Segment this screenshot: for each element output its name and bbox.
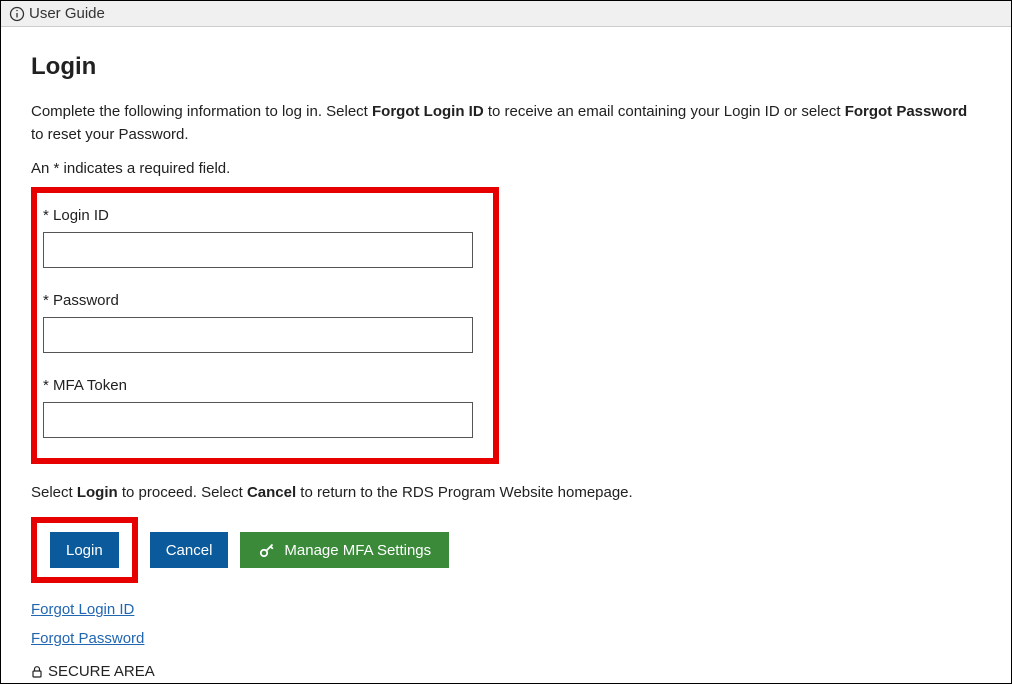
- password-group: * Password: [43, 292, 483, 353]
- manage-mfa-button[interactable]: Manage MFA Settings: [240, 532, 449, 568]
- button-row: Login Cancel Manage MFA Settings: [31, 517, 981, 583]
- login-id-label: * Login ID: [43, 207, 483, 224]
- login-id-group: * Login ID: [43, 207, 483, 268]
- lock-icon: [30, 665, 44, 679]
- required-note: An * indicates a required field.: [31, 160, 981, 177]
- secure-area-label: SECURE AREA: [48, 663, 155, 680]
- info-icon: [9, 6, 25, 22]
- cancel-button[interactable]: Cancel: [150, 532, 229, 568]
- instruction-text: Complete the following information to lo…: [31, 101, 981, 146]
- key-icon: [258, 541, 276, 559]
- header-bar: User Guide: [1, 1, 1011, 27]
- password-input[interactable]: [43, 317, 473, 353]
- user-guide-link[interactable]: User Guide: [29, 5, 105, 22]
- forgot-login-id-link[interactable]: Forgot Login ID: [31, 601, 134, 618]
- secure-area: SECURE AREA: [30, 663, 155, 680]
- mfa-group: * MFA Token: [43, 377, 483, 438]
- form-highlight-box: * Login ID * Password * MFA Token: [31, 187, 499, 464]
- forgot-password-block: Forgot Password: [31, 630, 981, 647]
- main-content: Login Complete the following information…: [1, 27, 1011, 669]
- mfa-token-input[interactable]: [43, 402, 473, 438]
- manage-mfa-label: Manage MFA Settings: [284, 542, 431, 559]
- proceed-text: Select Login to proceed. Select Cancel t…: [31, 484, 981, 501]
- page-title: Login: [31, 53, 981, 81]
- login-id-input[interactable]: [43, 232, 473, 268]
- forgot-password-link[interactable]: Forgot Password: [31, 630, 144, 647]
- login-button[interactable]: Login: [50, 532, 119, 568]
- password-label: * Password: [43, 292, 483, 309]
- forgot-login-block: Forgot Login ID: [31, 601, 981, 618]
- login-highlight-box: Login: [31, 517, 138, 583]
- mfa-label: * MFA Token: [43, 377, 483, 394]
